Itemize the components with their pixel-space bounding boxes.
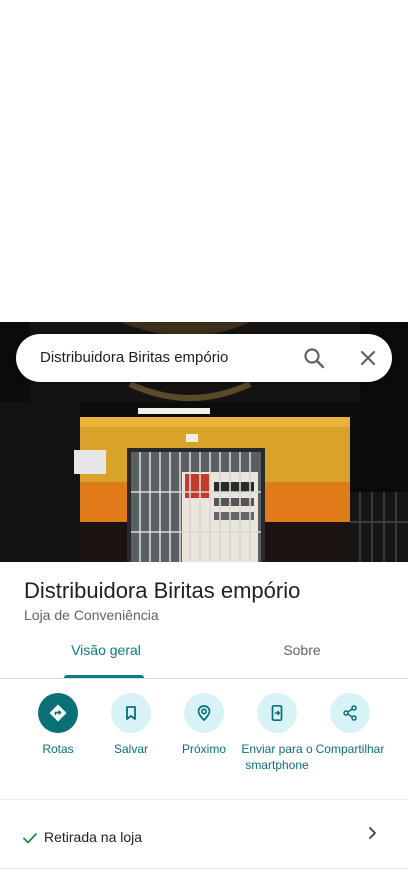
- nearby-button[interactable]: Próximo: [166, 693, 242, 757]
- send-to-phone-label: Enviar para o smartphone: [241, 742, 313, 772]
- nearby-icon: [184, 693, 224, 733]
- bookmark-icon: [111, 693, 151, 733]
- send-to-phone-button[interactable]: Enviar para o smartphone: [239, 693, 315, 773]
- directions-button[interactable]: Rotas: [20, 693, 96, 757]
- tabs-divider: [0, 678, 408, 679]
- search-input[interactable]: Distribuidora Biritas empório: [40, 349, 228, 366]
- check-icon: [22, 830, 38, 846]
- map-area[interactable]: [0, 0, 408, 322]
- save-button[interactable]: Salvar: [93, 693, 169, 757]
- save-label: Salvar: [113, 742, 148, 756]
- directions-icon: [38, 693, 78, 733]
- search-bar[interactable]: Distribuidora Biritas empório: [16, 334, 392, 382]
- tab-overview[interactable]: Visão geral: [46, 642, 166, 678]
- directions-label: Rotas: [42, 742, 74, 756]
- place-category: Loja de Conveniência: [24, 607, 159, 623]
- share-label: Compartilhar: [315, 742, 385, 756]
- send-to-phone-icon: [257, 693, 297, 733]
- share-button[interactable]: Compartilhar: [312, 693, 388, 757]
- pickup-label: Retirada na loja: [44, 829, 143, 845]
- place-title: Distribuidora Biritas empório: [24, 578, 301, 603]
- row-divider: [0, 868, 408, 869]
- search-icon[interactable]: [302, 346, 326, 370]
- tab-about[interactable]: Sobre: [242, 642, 362, 678]
- pickup-row[interactable]: Retirada na loja: [0, 800, 408, 868]
- nearby-label: Próximo: [181, 742, 226, 756]
- chevron-right-icon[interactable]: [364, 825, 380, 841]
- share-icon: [330, 693, 370, 733]
- close-icon[interactable]: [356, 346, 380, 370]
